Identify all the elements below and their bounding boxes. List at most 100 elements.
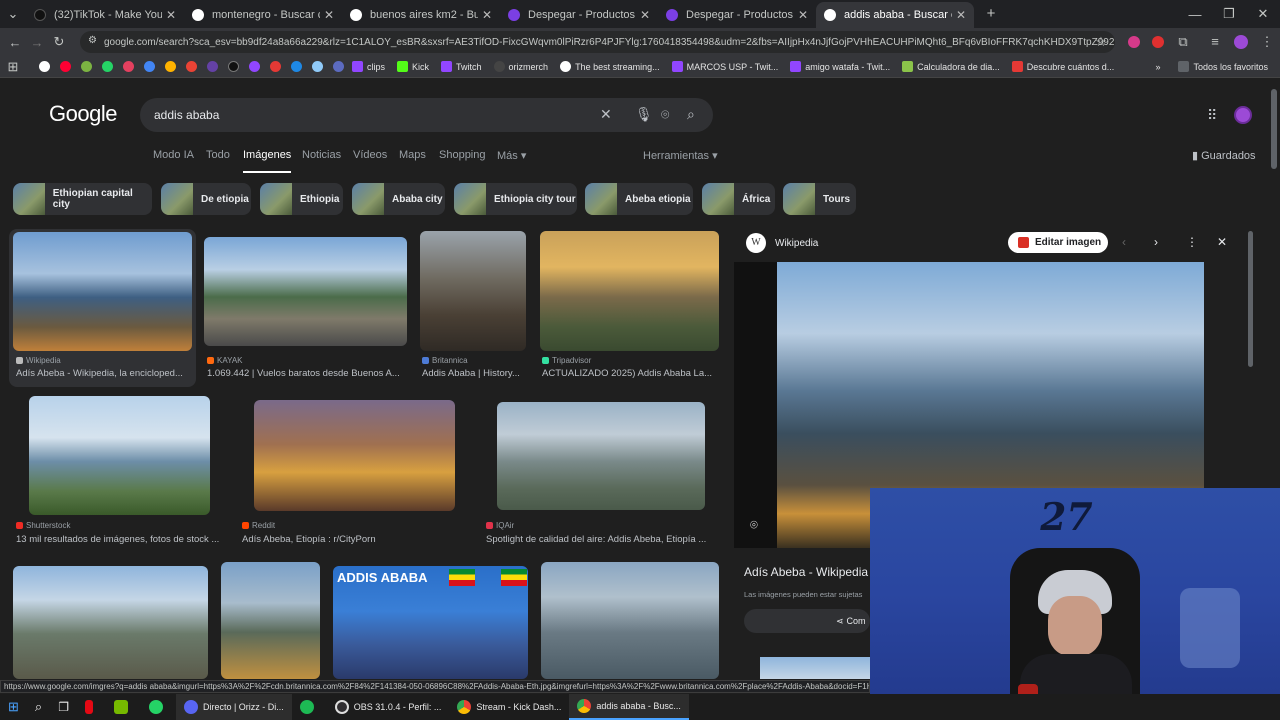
extension-icon[interactable] (1152, 36, 1164, 48)
search-box[interactable]: addis ababa ✕ 🎙 ⌾ ⌕ (140, 98, 713, 132)
close-icon[interactable]: ✕ (798, 8, 808, 22)
nav-maps[interactable]: Maps (399, 149, 426, 161)
more-options-icon[interactable]: ⋮ (1186, 235, 1198, 249)
nav-mas[interactable]: Más ▾ (497, 149, 526, 162)
nvidia-icon[interactable] (106, 694, 141, 720)
search-icon[interactable]: ⌕ (687, 106, 695, 123)
tab-despegar-2[interactable]: Despegar - Productos combine✕ (658, 2, 816, 28)
chip-ababa-city[interactable]: Ababa city (352, 183, 445, 215)
result-image[interactable] (541, 562, 719, 679)
window-close-icon[interactable]: ✕ (1246, 6, 1280, 22)
close-icon[interactable]: ✕ (482, 8, 492, 22)
result-caption[interactable]: Adís Abeba - Wikipedia, la encicloped... (16, 368, 192, 379)
bookmark-icon[interactable] (312, 61, 323, 72)
bookmark-descubre[interactable]: Descubre cuántos d... (1011, 61, 1114, 72)
close-icon[interactable]: ✕ (956, 8, 966, 22)
result-image[interactable] (221, 562, 320, 679)
close-icon[interactable]: ✕ (640, 8, 650, 22)
address-bar[interactable]: ⚙ google.com/search?sca_esv=bb9df24a8a66… (80, 31, 1115, 53)
result-image[interactable] (254, 400, 455, 511)
close-panel-icon[interactable]: ✕ (1217, 235, 1227, 249)
close-icon[interactable]: ✕ (324, 8, 334, 22)
bookmark-icon[interactable] (270, 61, 281, 72)
clear-icon[interactable]: ✕ (600, 106, 612, 123)
close-icon[interactable]: ✕ (166, 8, 176, 22)
bookmark-icon[interactable] (186, 61, 197, 72)
result-image[interactable]: ADDIS ABABA (333, 566, 528, 679)
bookmark-amigo[interactable]: amigo watafa - Twit... (790, 61, 890, 72)
bookmark-clips[interactable]: clips (352, 61, 385, 72)
new-tab-icon[interactable]: + (980, 5, 1002, 22)
spotify-icon[interactable] (292, 694, 327, 720)
next-icon[interactable]: › (1154, 235, 1158, 249)
page-scrollbar[interactable] (1271, 89, 1277, 169)
bookmark-icon[interactable] (39, 61, 50, 72)
taskbar-obs[interactable]: OBS 31.0.4 - Perfil: ... (327, 694, 450, 720)
chip-ethiopia[interactable]: Ethiopia (260, 183, 343, 215)
chevron-right-icon[interactable]: » (1155, 62, 1160, 72)
bookmark-orizmerch[interactable]: orizmerch (493, 61, 548, 72)
bookmark-icon[interactable] (291, 61, 302, 72)
chip-tours[interactable]: Tours (783, 183, 856, 215)
previous-icon[interactable]: ‹ (1122, 235, 1126, 249)
netflix-icon[interactable] (77, 694, 106, 720)
bookmark-icon[interactable] (165, 61, 176, 72)
tab-tiktok[interactable]: (32)TikTok - Make Your Day✕ (26, 2, 184, 28)
related-image[interactable] (760, 657, 870, 679)
search-icon[interactable]: ⌕ (27, 694, 50, 720)
bookmark-icon[interactable] (333, 61, 344, 72)
result-image[interactable] (13, 232, 192, 351)
whatsapp-icon[interactable] (141, 694, 176, 720)
forward-icon[interactable]: → (26, 35, 48, 50)
result-caption[interactable]: Spotlight de calidad del aire: Addis Abe… (486, 534, 716, 545)
restore-icon[interactable]: ❐ (1212, 6, 1246, 22)
tab-addis-ababa[interactable]: addis ababa - Buscar con Goog✕ (816, 2, 974, 28)
google-logo[interactable]: Google (49, 101, 117, 127)
reload-icon[interactable]: ↻ (48, 34, 70, 50)
chip-africa[interactable]: África (702, 183, 775, 215)
result-image[interactable] (29, 396, 210, 515)
profile-avatar[interactable] (1234, 35, 1248, 49)
bookmark-icon[interactable] (228, 61, 239, 72)
minimize-icon[interactable]: — (1178, 7, 1212, 22)
panel-site-name[interactable]: Wikipedia (775, 238, 818, 249)
tab-montenegro[interactable]: montenegro - Buscar con Goog✕ (184, 2, 342, 28)
result-caption[interactable]: 1.069.442 | Vuelos baratos desde Buenos … (207, 368, 407, 379)
bookmark-icon[interactable] (249, 61, 260, 72)
edit-image-button[interactable]: Editar imagen (1008, 232, 1108, 253)
bookmark-kick[interactable]: Kick (397, 61, 429, 72)
lens-icon[interactable]: ⌾ (661, 106, 669, 123)
tools-menu[interactable]: Herramientas ▾ (643, 149, 718, 162)
bookmark-calculadora[interactable]: Calculadora de dia... (902, 61, 1000, 72)
result-image[interactable] (420, 231, 526, 351)
nav-todo[interactable]: Todo (206, 149, 230, 161)
panel-title[interactable]: Adís Abeba - Wikipedia (744, 565, 868, 579)
tab-despegar-1[interactable]: Despegar - Productos Combina✕ (500, 2, 658, 28)
bookmark-star-icon[interactable]: ☆ (1090, 34, 1112, 50)
bookmark-icon[interactable] (207, 61, 218, 72)
bookmark-icon[interactable] (123, 61, 134, 72)
tab-search-icon[interactable]: ⌄ (0, 6, 26, 22)
task-view-icon[interactable]: ❐ (50, 694, 77, 720)
chip-de-etiopia[interactable]: De etiopia (161, 183, 251, 215)
result-caption[interactable]: Addis Ababa | History... (422, 368, 528, 379)
panel-scrollbar[interactable] (1248, 231, 1253, 367)
windows-start-icon[interactable]: ⊞ (0, 694, 27, 720)
nav-noticias[interactable]: Noticias (302, 149, 341, 161)
all-bookmarks[interactable]: Todos los favoritos (1178, 61, 1268, 72)
bookmark-streaming[interactable]: The best streaming... (560, 61, 660, 72)
apps-grid-icon[interactable]: ⊞ (2, 59, 24, 75)
media-controls-icon[interactable]: ≡ (1204, 34, 1226, 49)
taskbar-chrome-active[interactable]: addis ababa - Busc... (569, 694, 689, 720)
lens-icon[interactable]: ⌾ (750, 517, 758, 533)
nav-imagenes[interactable]: Imágenes (243, 149, 292, 173)
menu-icon[interactable]: ⋮ (1256, 34, 1278, 50)
result-caption[interactable]: Adís Abeba, Etiopía : r/CityPorn (242, 534, 472, 545)
tab-buenos-aires[interactable]: buenos aires km2 - Buscar con✕ (342, 2, 500, 28)
saved-link[interactable]: ▮ Guardados (1192, 149, 1256, 162)
account-avatar[interactable] (1234, 106, 1252, 124)
share-button[interactable]: ⋖ Com (744, 609, 870, 633)
result-image[interactable] (204, 237, 407, 346)
taskbar-kick[interactable]: Stream - Kick Dash... (449, 694, 569, 720)
bookmark-icon[interactable] (102, 61, 113, 72)
